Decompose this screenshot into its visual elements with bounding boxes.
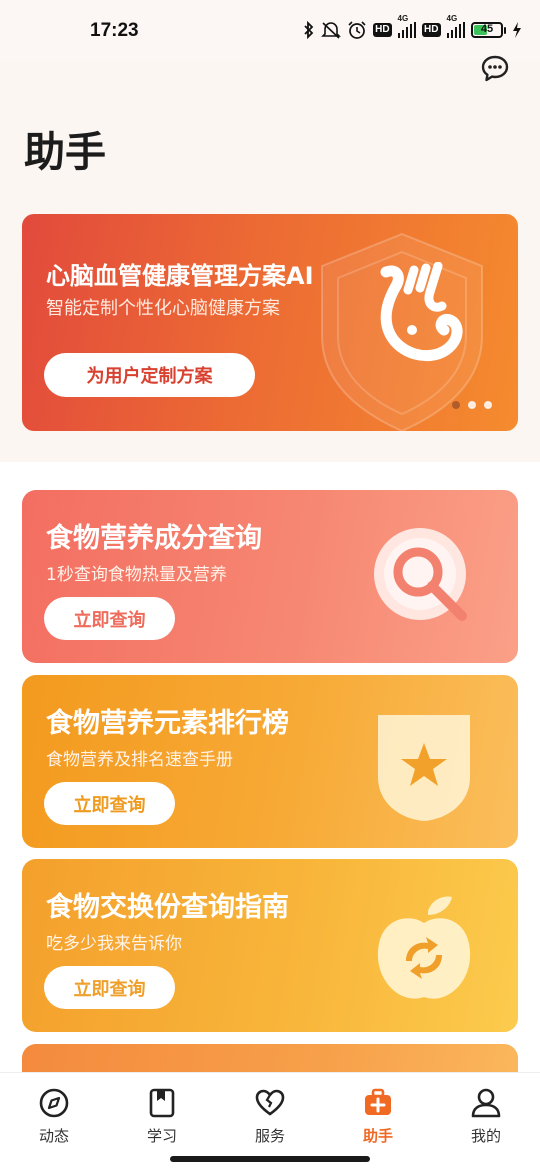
card-title: 食物营养元素排行榜 <box>46 708 289 739</box>
customize-plan-button[interactable]: 为用户定制方案 <box>44 353 255 397</box>
bluetooth-icon <box>303 20 315 40</box>
card-subtitle: 1秒查询食物热量及营养 <box>46 565 227 585</box>
network-type: 4G <box>446 14 458 23</box>
mute-icon <box>321 20 342 40</box>
search-icon <box>374 528 467 621</box>
query-now-button[interactable]: 立即查询 <box>44 597 175 640</box>
carousel-dot[interactable] <box>484 401 492 409</box>
status-time: 17:23 <box>90 20 139 41</box>
home-indicator[interactable] <box>170 1156 370 1162</box>
tab-mine[interactable]: 我的 <box>446 1087 526 1146</box>
nutrient-ranking-card[interactable]: 食物营养元素排行榜 食物营养及排名速查手册 立即查询 <box>22 675 518 848</box>
card-subtitle: 吃多少我来告诉你 <box>46 934 182 954</box>
signal-icon: 4G <box>397 14 417 38</box>
star-shield-icon <box>378 715 470 821</box>
compass-icon <box>39 1088 69 1118</box>
tab-dynamic[interactable]: 动态 <box>14 1087 94 1146</box>
tab-label: 我的 <box>470 1127 501 1145</box>
network-type: 4G <box>397 14 409 23</box>
message-icon[interactable] <box>480 54 510 84</box>
book-icon <box>149 1088 175 1118</box>
user-icon <box>471 1088 501 1118</box>
carousel-indicator <box>452 401 492 409</box>
carousel-dot[interactable] <box>452 401 460 409</box>
banner-title: 心脑血管健康管理方案AI <box>46 262 314 290</box>
charging-icon <box>512 20 522 40</box>
carousel-dot[interactable] <box>468 401 476 409</box>
page-title: 助手 <box>24 128 106 176</box>
signal-icon: 4G <box>446 14 465 38</box>
card-subtitle: 食物营养及排名速查手册 <box>46 750 233 770</box>
card-title: 食物交换份查询指南 <box>46 892 289 923</box>
tab-assistant[interactable]: 助手 <box>338 1087 418 1146</box>
apple-exchange-icon <box>377 896 471 999</box>
tab-label: 动态 <box>38 1127 69 1145</box>
banner-carousel[interactable]: 心脑血管健康管理方案AI 智能定制个性化心脑健康方案 为用户定制方案 <box>22 214 518 431</box>
hd-badge: HD <box>373 23 392 37</box>
query-now-button[interactable]: 立即查询 <box>44 782 175 825</box>
tab-label: 学习 <box>146 1127 177 1145</box>
battery-icon: 45 <box>471 22 506 38</box>
tab-service[interactable]: 服务 <box>230 1087 310 1146</box>
hd-badge: HD <box>422 23 441 37</box>
tab-label: 助手 <box>362 1127 393 1145</box>
battery-level: 45 <box>480 23 494 35</box>
medkit-icon <box>365 1088 391 1115</box>
tab-study[interactable]: 学习 <box>122 1087 202 1146</box>
alarm-icon <box>347 20 367 40</box>
status-bar: 17:23 HD 4G HD 4G 45 <box>0 0 540 62</box>
tab-label: 服务 <box>254 1127 285 1145</box>
query-now-button[interactable]: 立即查询 <box>44 966 175 1009</box>
status-icons: HD 4G HD 4G 45 <box>303 14 522 40</box>
heart-brain-logo-icon <box>380 262 463 362</box>
food-exchange-card[interactable]: 食物交换份查询指南 吃多少我来告诉你 立即查询 <box>22 859 518 1032</box>
banner-subtitle: 智能定制个性化心脑健康方案 <box>46 298 280 319</box>
nutrition-query-card[interactable]: 食物营养成分查询 1秒查询食物热量及营养 立即查询 <box>22 490 518 663</box>
heart-icon <box>255 1089 285 1116</box>
card-title: 食物营养成分查询 <box>46 523 262 554</box>
